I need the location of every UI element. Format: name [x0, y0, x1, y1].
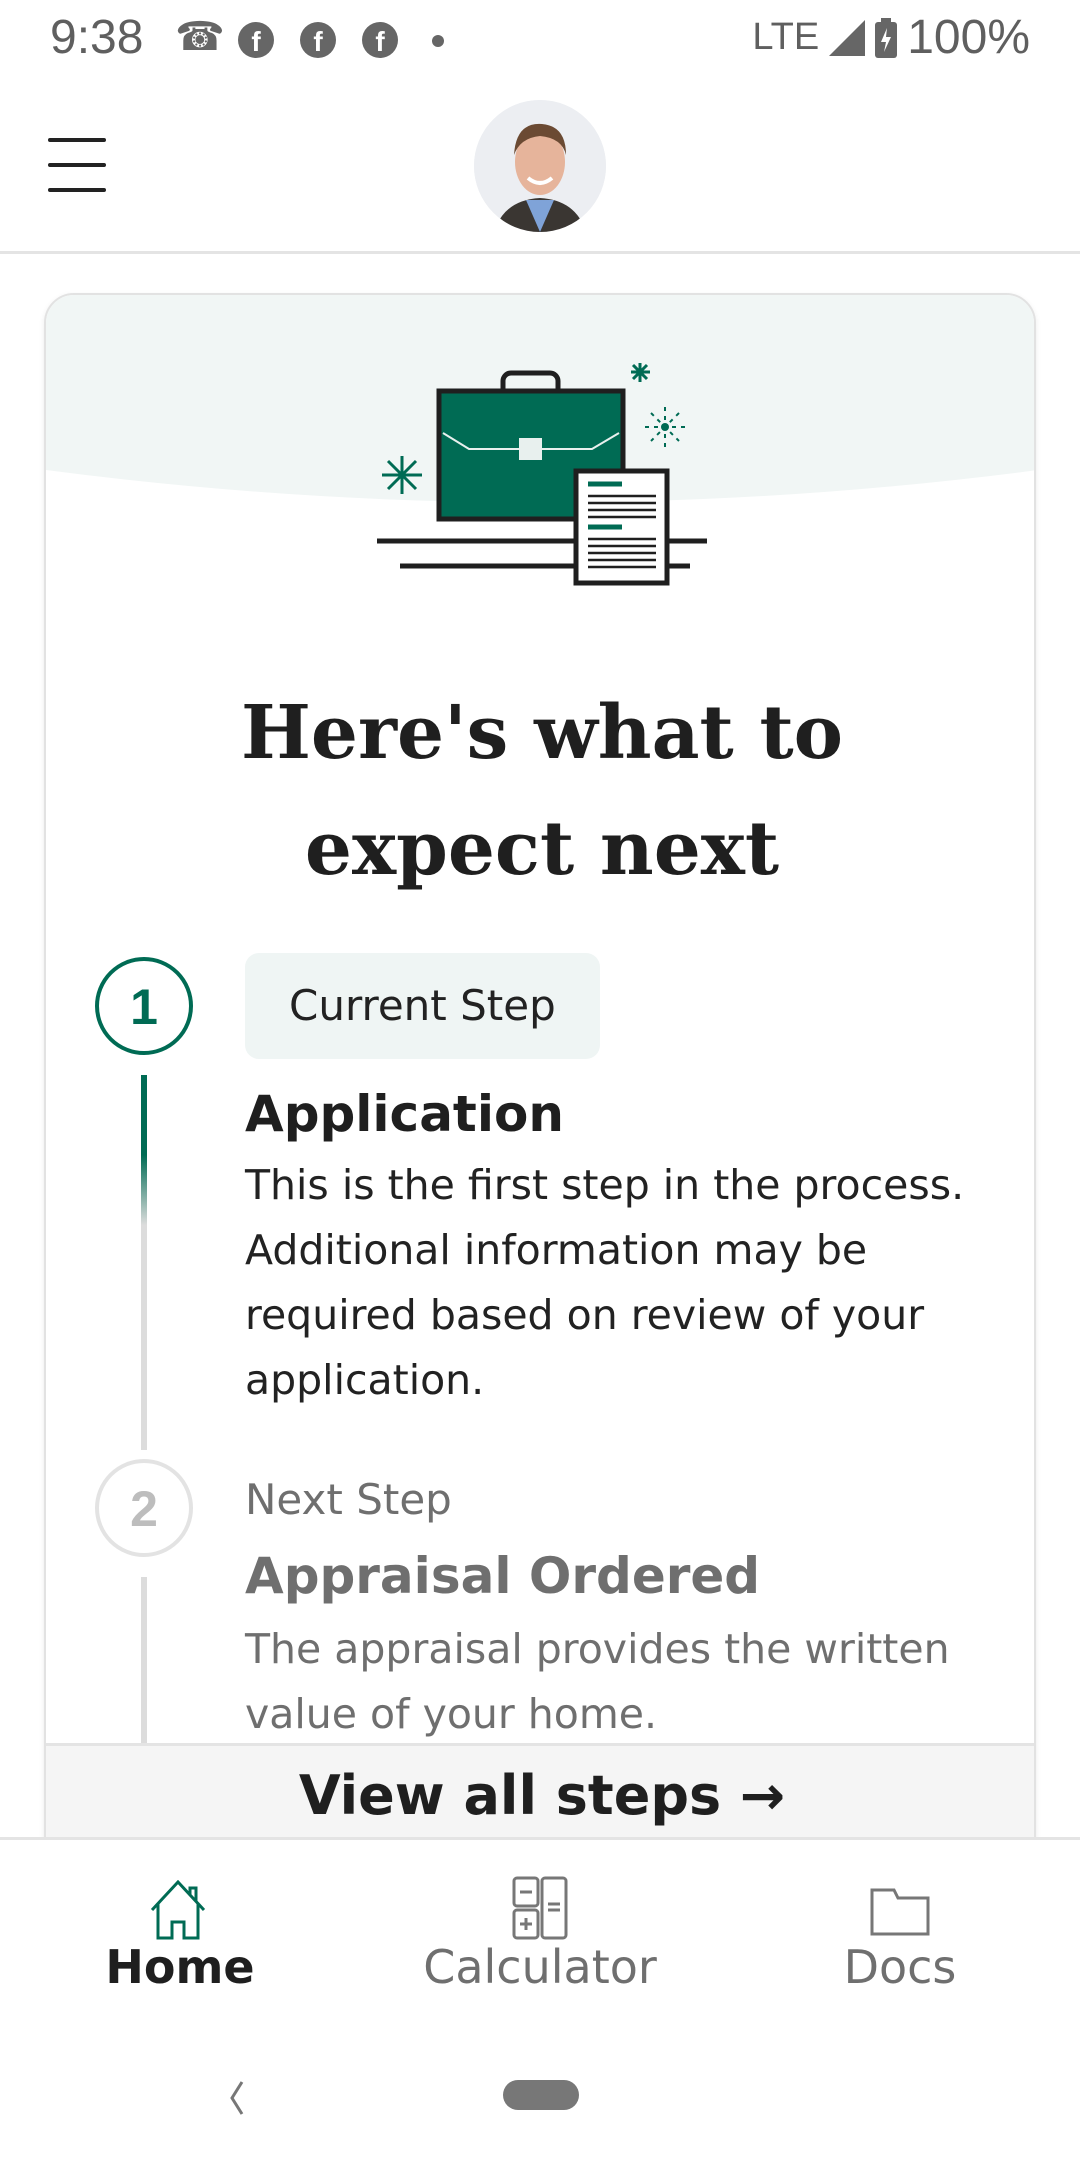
- view-all-steps-link[interactable]: View all steps →: [46, 1764, 1034, 1828]
- step-description: This is the first step in the process. A…: [245, 1161, 965, 1404]
- network-type: LTE: [752, 16, 820, 58]
- signal-icon: [829, 19, 866, 56]
- briefcase-illustration: [46, 295, 1034, 586]
- status-time: 9:38: [50, 11, 144, 64]
- folder-icon: [870, 1888, 930, 1936]
- back-icon[interactable]: [226, 2078, 250, 2118]
- status-bar: 9:38 ☎ f f f LTE 100%: [0, 0, 1080, 80]
- current-step-badge: Current Step: [245, 953, 600, 1059]
- step-number-current: 1: [95, 957, 193, 1055]
- battery-charging-icon: [875, 17, 898, 58]
- battery-level: 100%: [907, 11, 1030, 64]
- more-notifications-icon: [432, 35, 444, 47]
- loan-officer-photo: [474, 100, 606, 232]
- tab-calculator[interactable]: Calculator: [360, 1840, 720, 2040]
- step-title: Appraisal Ordered: [245, 1547, 761, 1605]
- tab-label: Docs: [843, 1940, 957, 1994]
- tab-label: Calculator: [423, 1940, 657, 1994]
- missed-call-icon: ☎: [175, 14, 225, 60]
- bottom-nav: Home Calculator Docs: [0, 1837, 1080, 2040]
- avatar[interactable]: [474, 100, 606, 232]
- home-icon: [150, 1880, 206, 1940]
- tab-home[interactable]: Home: [0, 1840, 360, 2040]
- tab-docs[interactable]: Docs: [720, 1840, 1080, 2040]
- next-steps-card: Here's what to expect next 1 Current Ste…: [44, 293, 1036, 1893]
- step-number-next: 2: [95, 1459, 193, 1557]
- next-step-label: Next Step: [245, 1475, 452, 1524]
- facebook-icon: f: [238, 22, 274, 58]
- page-title: Here's what to expect next: [240, 690, 844, 892]
- hamburger-icon[interactable]: [30, 120, 130, 220]
- step-description: The appraisal provides the written value…: [245, 1625, 950, 1738]
- step-title: Application: [245, 1085, 564, 1143]
- tab-label: Home: [105, 1940, 255, 1994]
- system-nav-bar: [0, 2040, 1080, 2160]
- step-connector: [141, 1075, 147, 1450]
- home-gesture-pill[interactable]: [503, 2080, 579, 2110]
- facebook-icon: f: [362, 22, 398, 58]
- facebook-icon: f: [300, 22, 336, 58]
- calculator-icon: [512, 1876, 568, 1940]
